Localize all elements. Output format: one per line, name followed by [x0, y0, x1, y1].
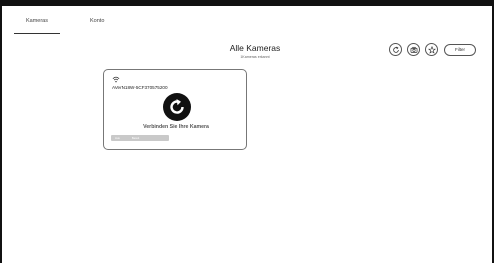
refresh-button[interactable] — [389, 43, 402, 56]
snapshot-button[interactable] — [407, 43, 420, 56]
tab-bar: Kameras Konto — [14, 12, 104, 34]
reconnect-button[interactable] — [162, 92, 192, 122]
tab-kameras[interactable]: Kameras — [14, 12, 60, 34]
toolbar: Filter — [389, 43, 476, 56]
camera-count-label: 1Kameras erkannt — [240, 55, 270, 59]
camera-icon — [410, 46, 417, 53]
camera-status-bar: Aus Bereit — [111, 135, 169, 141]
status-off-label: Aus — [115, 136, 120, 140]
page-title: Alle Kameras — [229, 43, 281, 53]
app-window-frame — [0, 0, 494, 263]
favorite-button[interactable] — [425, 43, 438, 56]
filter-button[interactable]: Filter — [444, 43, 476, 56]
connect-camera-prompt: Verbinden Sie Ihre Kamera — [143, 124, 209, 130]
refresh-icon — [392, 46, 399, 53]
camera-card[interactable]: AVerN18W-5CF370575200 Verbinden Sie Ihre… — [103, 69, 247, 150]
tab-konto[interactable]: Konto — [90, 12, 104, 34]
star-icon — [427, 45, 436, 54]
status-mode-label: Bereit — [131, 136, 140, 140]
camera-name: AVerN18W-5CF370575200 — [112, 85, 168, 90]
wifi-icon — [112, 76, 120, 83]
